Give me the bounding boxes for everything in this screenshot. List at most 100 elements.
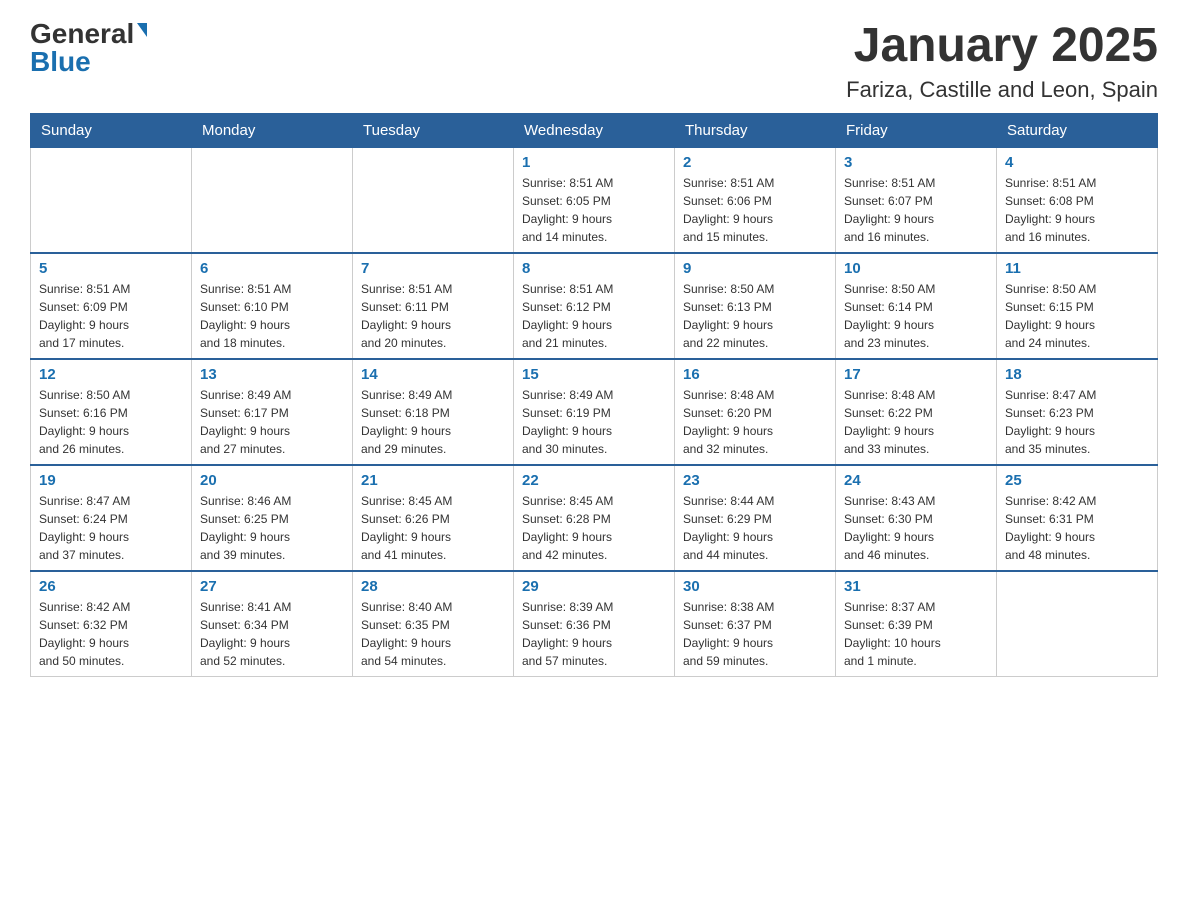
day-info: Sunrise: 8:50 AM Sunset: 6:14 PM Dayligh… [844, 280, 988, 352]
day-number: 21 [361, 472, 505, 489]
calendar-day-cell: 24Sunrise: 8:43 AM Sunset: 6:30 PM Dayli… [836, 465, 997, 571]
day-number: 5 [39, 260, 183, 277]
day-number: 12 [39, 366, 183, 383]
calendar-week-row: 1 Sunrise: 8:51 AM Sunset: 6:05 PM Daylig… [31, 147, 1158, 253]
day-number: 15 [522, 366, 666, 383]
calendar-day-cell: 18Sunrise: 8:47 AM Sunset: 6:23 PM Dayli… [997, 359, 1158, 465]
day-number: 10 [844, 260, 988, 277]
day-info: Sunrise: 8:51 AM Sunset: 6:08 PM Dayligh… [1005, 174, 1149, 246]
calendar-day-cell: 21 Sunrise: 8:45 AM Sunset: 6:26 PM Dayli… [353, 465, 514, 571]
day-number: 4 [1005, 154, 1149, 171]
logo-blue-text: Blue [30, 48, 91, 76]
day-number: 19 [39, 472, 183, 489]
calendar-day-cell: 22Sunrise: 8:45 AM Sunset: 6:28 PM Dayli… [514, 465, 675, 571]
day-info: Sunrise: 8:49 AM Sunset: 6:18 PM Dayligh… [361, 386, 505, 458]
day-info: Sunrise: 8:51 AM Sunset: 6:10 PM Dayligh… [200, 280, 344, 352]
day-number: 24 [844, 472, 988, 489]
day-number: 25 [1005, 472, 1149, 489]
day-info: Sunrise: 8:51 AM Sunset: 6:11 PM Dayligh… [361, 280, 505, 352]
calendar-day-cell: 10 Sunrise: 8:50 AM Sunset: 6:14 PM Dayli… [836, 253, 997, 359]
day-number: 9 [683, 260, 827, 277]
calendar-day-cell: 15 Sunrise: 8:49 AM Sunset: 6:19 PM Dayli… [514, 359, 675, 465]
weekday-header: Thursday [675, 113, 836, 147]
day-info: Sunrise: 8:50 AM Sunset: 6:16 PM Dayligh… [39, 386, 183, 458]
day-info: Sunrise: 8:41 AM Sunset: 6:34 PM Dayligh… [200, 598, 344, 670]
calendar-header-row: SundayMondayTuesdayWednesdayThursdayFrid… [31, 113, 1158, 147]
calendar-day-cell [997, 571, 1158, 677]
weekday-header: Sunday [31, 113, 192, 147]
calendar-day-cell: 1 Sunrise: 8:51 AM Sunset: 6:05 PM Daylig… [514, 147, 675, 253]
weekday-header: Wednesday [514, 113, 675, 147]
day-number: 7 [361, 260, 505, 277]
day-info: Sunrise: 8:51 AM Sunset: 6:06 PM Dayligh… [683, 174, 827, 246]
calendar-day-cell [353, 147, 514, 253]
calendar-day-cell [31, 147, 192, 253]
calendar-day-cell: 16 Sunrise: 8:48 AM Sunset: 6:20 PM Dayli… [675, 359, 836, 465]
day-info: Sunrise: 8:51 AM Sunset: 6:07 PM Dayligh… [844, 174, 988, 246]
calendar-day-cell: 29 Sunrise: 8:39 AM Sunset: 6:36 PM Dayli… [514, 571, 675, 677]
logo: General Blue [30, 20, 147, 76]
day-info: Sunrise: 8:46 AM Sunset: 6:25 PM Dayligh… [200, 492, 344, 564]
location-title: Fariza, Castille and Leon, Spain [846, 77, 1158, 103]
day-number: 13 [200, 366, 344, 383]
month-title: January 2025 [846, 20, 1158, 73]
day-number: 18 [1005, 366, 1149, 383]
calendar-week-row: 26Sunrise: 8:42 AM Sunset: 6:32 PM Dayli… [31, 571, 1158, 677]
day-number: 1 [522, 154, 666, 171]
day-info: Sunrise: 8:49 AM Sunset: 6:17 PM Dayligh… [200, 386, 344, 458]
day-info: Sunrise: 8:40 AM Sunset: 6:35 PM Dayligh… [361, 598, 505, 670]
calendar-day-cell: 14 Sunrise: 8:49 AM Sunset: 6:18 PM Dayli… [353, 359, 514, 465]
day-info: Sunrise: 8:49 AM Sunset: 6:19 PM Dayligh… [522, 386, 666, 458]
day-info: Sunrise: 8:45 AM Sunset: 6:28 PM Dayligh… [522, 492, 666, 564]
calendar-day-cell: 2 Sunrise: 8:51 AM Sunset: 6:06 PM Daylig… [675, 147, 836, 253]
calendar-day-cell: 31 Sunrise: 8:37 AM Sunset: 6:39 PM Dayli… [836, 571, 997, 677]
day-info: Sunrise: 8:42 AM Sunset: 6:31 PM Dayligh… [1005, 492, 1149, 564]
day-info: Sunrise: 8:48 AM Sunset: 6:22 PM Dayligh… [844, 386, 988, 458]
day-info: Sunrise: 8:45 AM Sunset: 6:26 PM Dayligh… [361, 492, 505, 564]
weekday-header: Tuesday [353, 113, 514, 147]
day-info: Sunrise: 8:48 AM Sunset: 6:20 PM Dayligh… [683, 386, 827, 458]
calendar-day-cell: 9 Sunrise: 8:50 AM Sunset: 6:13 PM Daylig… [675, 253, 836, 359]
day-number: 31 [844, 578, 988, 595]
day-info: Sunrise: 8:51 AM Sunset: 6:12 PM Dayligh… [522, 280, 666, 352]
day-number: 11 [1005, 260, 1149, 277]
weekday-header: Monday [192, 113, 353, 147]
calendar-day-cell: 26Sunrise: 8:42 AM Sunset: 6:32 PM Dayli… [31, 571, 192, 677]
day-info: Sunrise: 8:51 AM Sunset: 6:05 PM Dayligh… [522, 174, 666, 246]
day-info: Sunrise: 8:51 AM Sunset: 6:09 PM Dayligh… [39, 280, 183, 352]
calendar-day-cell: 28 Sunrise: 8:40 AM Sunset: 6:35 PM Dayli… [353, 571, 514, 677]
day-number: 2 [683, 154, 827, 171]
calendar-day-cell [192, 147, 353, 253]
calendar-day-cell: 17Sunrise: 8:48 AM Sunset: 6:22 PM Dayli… [836, 359, 997, 465]
calendar-day-cell: 8Sunrise: 8:51 AM Sunset: 6:12 PM Daylig… [514, 253, 675, 359]
day-number: 14 [361, 366, 505, 383]
day-info: Sunrise: 8:37 AM Sunset: 6:39 PM Dayligh… [844, 598, 988, 670]
day-number: 16 [683, 366, 827, 383]
calendar-day-cell: 30 Sunrise: 8:38 AM Sunset: 6:37 PM Dayli… [675, 571, 836, 677]
calendar-week-row: 5 Sunrise: 8:51 AM Sunset: 6:09 PM Daylig… [31, 253, 1158, 359]
day-number: 30 [683, 578, 827, 595]
day-info: Sunrise: 8:38 AM Sunset: 6:37 PM Dayligh… [683, 598, 827, 670]
calendar-day-cell: 6Sunrise: 8:51 AM Sunset: 6:10 PM Daylig… [192, 253, 353, 359]
weekday-header: Friday [836, 113, 997, 147]
day-info: Sunrise: 8:42 AM Sunset: 6:32 PM Dayligh… [39, 598, 183, 670]
day-number: 3 [844, 154, 988, 171]
day-info: Sunrise: 8:50 AM Sunset: 6:13 PM Dayligh… [683, 280, 827, 352]
day-number: 27 [200, 578, 344, 595]
day-info: Sunrise: 8:50 AM Sunset: 6:15 PM Dayligh… [1005, 280, 1149, 352]
calendar-week-row: 12 Sunrise: 8:50 AM Sunset: 6:16 PM Dayli… [31, 359, 1158, 465]
calendar-day-cell: 19Sunrise: 8:47 AM Sunset: 6:24 PM Dayli… [31, 465, 192, 571]
calendar-day-cell: 20 Sunrise: 8:46 AM Sunset: 6:25 PM Dayli… [192, 465, 353, 571]
day-number: 20 [200, 472, 344, 489]
day-number: 29 [522, 578, 666, 595]
title-section: January 2025 Fariza, Castille and Leon, … [846, 20, 1158, 103]
day-info: Sunrise: 8:39 AM Sunset: 6:36 PM Dayligh… [522, 598, 666, 670]
logo-general-text: General [30, 20, 134, 48]
calendar-day-cell: 7 Sunrise: 8:51 AM Sunset: 6:11 PM Daylig… [353, 253, 514, 359]
calendar-day-cell: 13 Sunrise: 8:49 AM Sunset: 6:17 PM Dayli… [192, 359, 353, 465]
day-number: 28 [361, 578, 505, 595]
calendar-day-cell: 3 Sunrise: 8:51 AM Sunset: 6:07 PM Daylig… [836, 147, 997, 253]
calendar-day-cell: 23Sunrise: 8:44 AM Sunset: 6:29 PM Dayli… [675, 465, 836, 571]
day-info: Sunrise: 8:44 AM Sunset: 6:29 PM Dayligh… [683, 492, 827, 564]
calendar-day-cell: 4 Sunrise: 8:51 AM Sunset: 6:08 PM Daylig… [997, 147, 1158, 253]
